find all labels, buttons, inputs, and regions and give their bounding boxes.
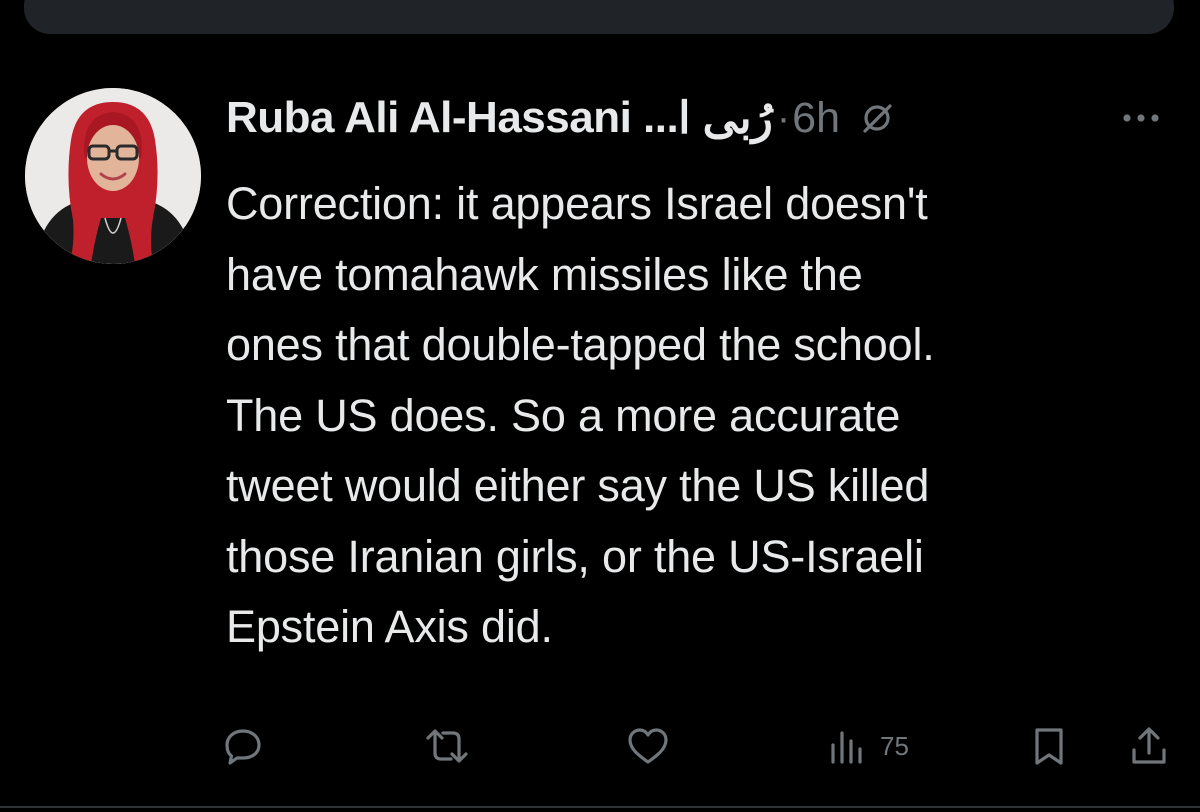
- like-button[interactable]: [626, 720, 670, 772]
- bookmark-icon: [1035, 728, 1063, 765]
- share-button[interactable]: [1129, 720, 1169, 772]
- views-count: 75: [880, 730, 909, 761]
- tweet-text-line: The US does. So a more accurate: [226, 389, 901, 441]
- tweet-header: Ruba Ali Al-Hassani ... رُبى ا · 6h: [226, 92, 894, 144]
- retweet-button[interactable]: [424, 720, 470, 772]
- author-arabic-name[interactable]: رُبى ا: [678, 93, 773, 144]
- views-bar-chart-icon: [831, 731, 862, 764]
- more-options-icon[interactable]: [1115, 98, 1167, 138]
- top-input-bar[interactable]: [24, 0, 1174, 34]
- tweet-text: Correction: it appears Israel doesn't ha…: [226, 169, 1186, 663]
- author-display-name[interactable]: Ruba Ali Al-Hassani ...: [226, 93, 679, 143]
- tweet-action-bar: 75: [0, 720, 1200, 772]
- tweet-page: Ruba Ali Al-Hassani ... رُبى ا · 6h Corr…: [0, 0, 1200, 812]
- tweet-text-line: Correction: it appears Israel doesn't: [226, 178, 928, 229]
- retweet-icon: [426, 729, 468, 763]
- avatar[interactable]: [25, 88, 201, 264]
- separator-dot: ·: [776, 95, 791, 140]
- reply-bubble-icon: [225, 729, 261, 765]
- reply-button[interactable]: [222, 720, 264, 772]
- tweet-text-line: have tomahawk missiles like the: [226, 248, 863, 300]
- grok-icon[interactable]: [860, 101, 894, 135]
- heart-icon: [628, 728, 668, 764]
- views-button[interactable]: 75: [828, 720, 909, 772]
- tweet-divider: [0, 806, 1200, 808]
- tweet-text-line: ones that double-tapped the school.: [226, 319, 935, 370]
- tweet-text-line: Epstein Axis did.: [226, 601, 553, 652]
- tweet-text-line: tweet would either say the US killed: [226, 460, 930, 511]
- tweet-text-line: those Iranian girls, or the US-Israeli: [226, 530, 924, 582]
- avatar-image: [25, 88, 201, 264]
- tweet-timestamp[interactable]: 6h: [792, 94, 840, 143]
- bookmark-button[interactable]: [1030, 720, 1068, 772]
- share-upload-icon: [1132, 727, 1166, 764]
